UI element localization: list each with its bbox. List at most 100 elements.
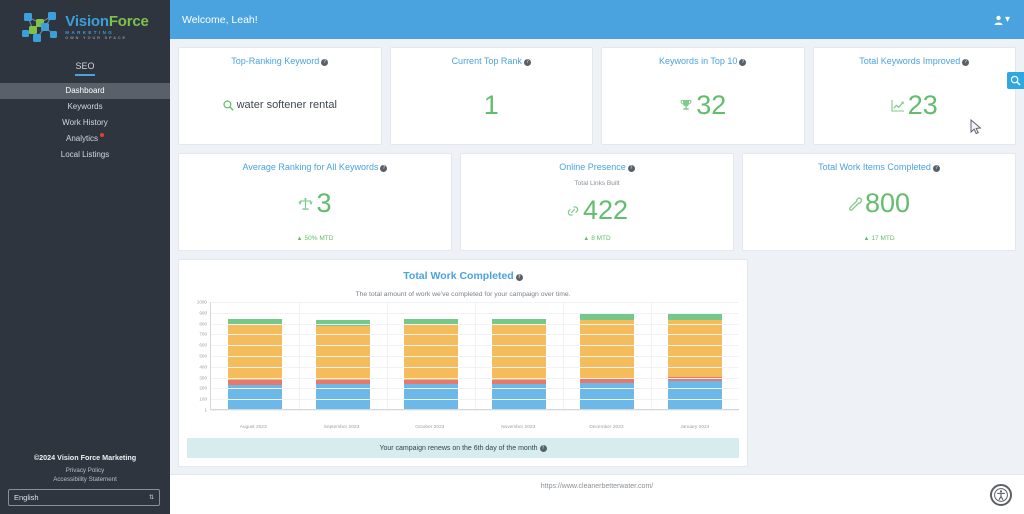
kpi-row-secondary: Average Ranking for All Keywords? 3 ▲ 50… <box>178 153 1016 251</box>
sidebar-item-work-history[interactable]: Work History <box>0 115 170 131</box>
chart-stacked-bar[interactable] <box>668 313 722 409</box>
card-value-area: water softener rental <box>179 67 381 144</box>
chart-y-tick: 500 <box>199 353 207 359</box>
caret-up-icon: ▲ <box>863 235 870 242</box>
chart-bar-segment-series-orange[interactable] <box>404 325 458 380</box>
chart-x-label: September 2023 <box>323 425 360 430</box>
card-value-area: 23 <box>814 67 1016 144</box>
chart-bar-segment-series-orange[interactable] <box>580 320 634 379</box>
chart-y-tick: 200 <box>199 385 207 391</box>
sidebar: VisionForce MARKETING OWN YOUR SPACE SEO… <box>0 0 170 514</box>
chart-vertical-gridline <box>651 302 652 409</box>
search-widget-tab[interactable] <box>1007 72 1024 89</box>
card-keywords-in-top-10: Keywords in Top 10? 32 <box>601 47 805 145</box>
help-icon[interactable]: ? <box>627 164 635 172</box>
chart-subtitle: The total amount of work we've completed… <box>355 291 571 298</box>
card-title-text: Top-Ranking Keyword <box>231 56 320 66</box>
brand-logo[interactable]: VisionForce MARKETING OWN YOUR SPACE <box>0 0 170 48</box>
sidebar-item-analytics[interactable]: Analytics <box>0 131 170 147</box>
chart-bar-segment-series-blue[interactable] <box>668 381 722 409</box>
help-icon[interactable]: ? <box>739 58 747 66</box>
help-icon[interactable]: ? <box>321 58 329 66</box>
accessibility-statement-link[interactable]: Accessibility Statement <box>8 476 162 483</box>
renewal-text: Your campaign renews on the 6th day of t… <box>379 444 538 452</box>
chart-stacked-bar[interactable] <box>404 318 458 409</box>
chart-bar-segment-series-orange[interactable] <box>228 325 282 380</box>
line-chart-icon <box>891 99 904 112</box>
sidebar-item-label: Local Listings <box>60 150 110 159</box>
card-total-keywords-improved: Total Keywords Improved? 23 <box>812 47 1016 145</box>
help-icon[interactable]: ? <box>523 58 531 66</box>
work-items-value: 800 <box>864 188 911 219</box>
help-icon[interactable]: ? <box>932 164 940 172</box>
card-value-area: 32 <box>602 67 804 144</box>
chart-y-tick: 800 <box>199 321 207 327</box>
kpi-row-primary: Top-Ranking Keyword? water softener rent… <box>178 47 1016 145</box>
card-title-text: Average Ranking for All Keywords <box>242 162 379 172</box>
chart-bar-segment-series-orange[interactable] <box>668 319 722 377</box>
sidebar-item-keywords[interactable]: Keywords <box>0 99 170 115</box>
card-sub-label: Total Links Built <box>574 179 620 187</box>
chart-y-tick: 1 <box>204 407 207 413</box>
card-value-area: 800 <box>743 173 1015 235</box>
rank-value: 1 <box>483 89 499 120</box>
logo-tagline-marketing: MARKETING <box>65 29 115 35</box>
mtd-change: ▲ 8 MTD <box>461 235 733 242</box>
card-online-presence: Online Presence? Total Links Built 422 ▲ <box>460 153 734 251</box>
card-value-area: 422 <box>461 187 733 235</box>
sidebar-footer: ©2024 Vision Force Marketing Privacy Pol… <box>0 453 170 514</box>
keyword-value: water softener rental <box>236 98 337 111</box>
help-icon[interactable]: ? <box>539 444 547 452</box>
card-title-text: Total Keywords Improved <box>859 56 961 66</box>
chart-bar-segment-series-green[interactable] <box>580 313 634 321</box>
chart-vertical-gridline <box>387 302 388 409</box>
chart-bars-region <box>211 302 739 411</box>
sidebar-section-tab-seo[interactable]: SEO <box>0 56 170 76</box>
search-icon <box>223 100 234 111</box>
chart-bar-segment-series-blue[interactable] <box>580 382 634 409</box>
chart-y-tick: 900 <box>199 310 207 316</box>
sidebar-item-local-listings[interactable]: Local Listings <box>0 147 170 163</box>
chart-stacked-bar[interactable] <box>492 319 546 409</box>
help-icon[interactable]: ? <box>962 58 970 66</box>
card-value-area: 3 <box>179 173 451 235</box>
chart-stacked-bar[interactable] <box>580 313 634 409</box>
card-total-work-items-completed: Total Work Items Completed? 800 ▲ 17 MTD <box>742 153 1016 251</box>
user-menu-button[interactable]: ▾ <box>994 14 1010 25</box>
chart-y-tick: 400 <box>199 364 207 370</box>
sidebar-item-label: Keywords <box>67 102 103 111</box>
chart-y-tick: 600 <box>199 342 207 348</box>
mtd-value: 8 MTD <box>591 235 611 242</box>
language-select-value: English <box>14 493 39 502</box>
chart-x-label: November 2023 <box>501 425 536 430</box>
language-select[interactable]: English ⇅ <box>8 489 160 506</box>
welcome-message: Welcome, Leah! <box>182 13 258 26</box>
caret-up-icon: ▲ <box>296 235 303 242</box>
chart-y-tick: 700 <box>199 331 207 337</box>
network-nodes-icon <box>22 12 58 42</box>
chart-stacked-bar[interactable] <box>228 318 282 409</box>
privacy-policy-link[interactable]: Privacy Policy <box>8 467 162 474</box>
card-title: Keywords in Top 10? <box>602 48 804 67</box>
chart-gridline <box>211 410 739 411</box>
dashboard-page: VisionForce MARKETING OWN YOUR SPACE SEO… <box>0 0 1024 514</box>
help-icon[interactable]: ? <box>380 164 388 172</box>
site-url: https://www.cleanerbetterwater.com/ <box>540 483 654 490</box>
chart-bar-segment-series-blue[interactable] <box>492 383 546 409</box>
chart-bar-segment-series-orange[interactable] <box>492 325 546 380</box>
help-icon[interactable]: ? <box>515 273 523 281</box>
wrench-icon <box>848 197 862 211</box>
sidebar-item-dashboard[interactable]: Dashboard <box>0 83 170 99</box>
sidebar-item-label: Dashboard <box>65 86 105 95</box>
chart-title: Total Work Completed? <box>187 270 739 282</box>
analytics-badge-dot <box>100 133 104 137</box>
card-title-text: Keywords in Top 10 <box>659 56 738 66</box>
chart-plot-area: 1 100 200 300 400 500 600 700 800 900 1000 <box>187 300 739 422</box>
mtd-change: ▲ 17 MTD <box>743 235 1015 242</box>
card-title: Current Top Rank? <box>391 48 593 67</box>
user-icon <box>994 15 1003 25</box>
card-title-text: Current Top Rank <box>451 56 522 66</box>
campaign-renewal-banner: Your campaign renews on the 6th day of t… <box>187 438 739 458</box>
accessibility-widget-button[interactable] <box>990 484 1012 506</box>
chart-x-axis-labels: August 2023 September 2023 October 2023 Nov… <box>209 422 739 430</box>
